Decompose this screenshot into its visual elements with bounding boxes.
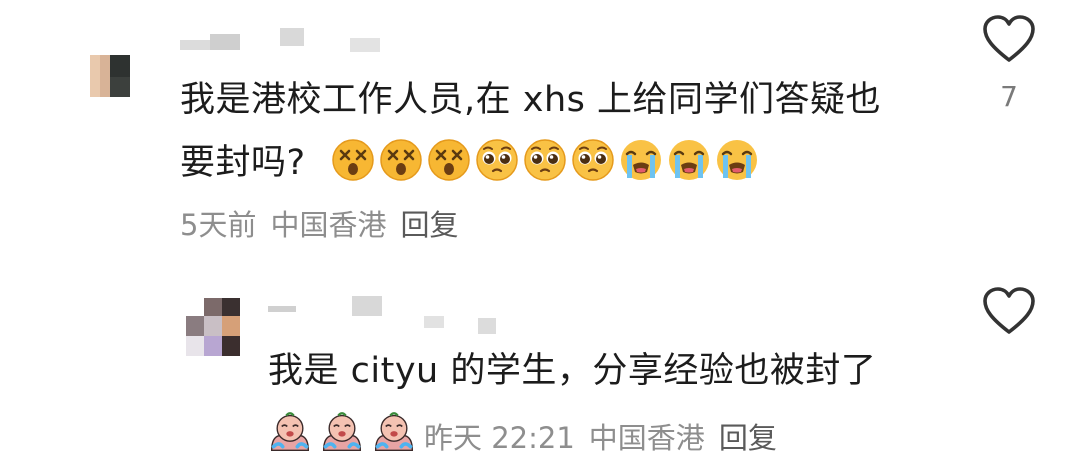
comment-meta: 5天前 中国香港 回复: [180, 202, 472, 244]
crying-face-emoji: [715, 138, 759, 182]
crying-sticker-icon: [372, 410, 422, 456]
avatar[interactable]: [90, 55, 130, 97]
like-count: 7: [1000, 80, 1018, 113]
pleading-face-emoji: [475, 138, 519, 182]
like-button[interactable]: [982, 14, 1036, 64]
heart-outline-icon: [983, 15, 1035, 62]
crying-face-emoji: [667, 138, 711, 182]
emoji-row: [331, 139, 763, 183]
comment-text: 我是 cityu 的学生，分享经验也被封了: [268, 351, 877, 391]
like-button[interactable]: [982, 286, 1036, 336]
comment-text-line-2-row: 要封吗?: [180, 128, 763, 198]
dizzy-face-emoji: [331, 138, 375, 182]
comment-location: 中国香港: [270, 208, 387, 242]
dizzy-face-emoji: [427, 138, 471, 182]
avatar[interactable]: [186, 298, 240, 356]
comment-location: 中国香港: [588, 421, 705, 455]
username[interactable]: [268, 292, 508, 336]
comment-text-line-2: 要封吗?: [180, 143, 306, 183]
sticker-row: [268, 412, 424, 455]
pleading-face-emoji: [571, 138, 615, 182]
crying-sticker-icon: [268, 410, 318, 456]
comment-meta: 昨天 22:21 中国香港 回复: [268, 410, 791, 457]
comment-time: 昨天 22:21: [424, 421, 575, 455]
crying-sticker-icon: [320, 410, 370, 456]
reply-button[interactable]: 回复: [400, 208, 458, 242]
comment-text: 我是港校工作人员,在 xhs 上给同学们答疑也: [180, 65, 881, 135]
crying-face-emoji: [619, 138, 663, 182]
comment-text-line-1: 我是港校工作人员,在 xhs 上给同学们答疑也: [180, 80, 882, 120]
reply-button[interactable]: 回复: [719, 421, 777, 455]
username[interactable]: [180, 18, 400, 58]
pleading-face-emoji: [523, 138, 567, 182]
dizzy-face-emoji: [379, 138, 423, 182]
heart-outline-icon: [983, 287, 1035, 334]
comment-time: 5天前: [180, 208, 257, 242]
